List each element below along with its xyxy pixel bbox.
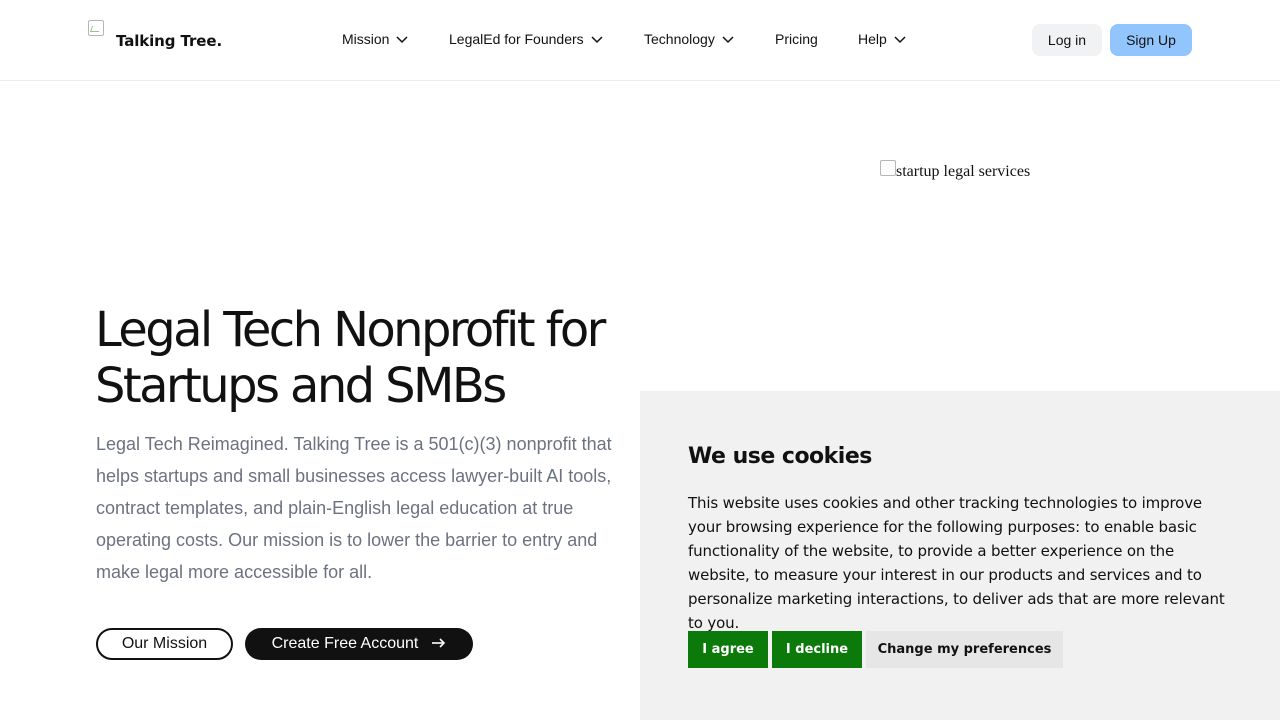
nav-item-legaled[interactable]: LegalEd for Founders (449, 31, 604, 47)
cookie-title: We use cookies (688, 444, 872, 469)
our-mission-button[interactable]: Our Mission (96, 628, 233, 660)
cookie-banner: We use cookies This website uses cookies… (640, 391, 1280, 720)
create-account-button[interactable]: Create Free Account (245, 628, 473, 660)
arrow-right-icon (432, 635, 446, 653)
login-button[interactable]: Log in (1032, 24, 1102, 56)
cookie-text: This website uses cookies and other trac… (688, 494, 1225, 632)
nav-item-label: Mission (342, 31, 390, 47)
nav-item-label: Technology (644, 31, 715, 47)
nav-item-help[interactable]: Help (858, 31, 907, 47)
site-header: Talking Tree. Mission LegalEd for Founde… (0, 0, 1280, 81)
our-mission-label: Our Mission (121, 635, 208, 652)
nav-item-label: LegalEd for Founders (449, 31, 584, 47)
cookie-decline-button[interactable]: I decline (772, 631, 862, 668)
chevron-down-icon (395, 32, 409, 46)
create-account-label: Create Free Account (271, 635, 419, 652)
signup-button[interactable]: Sign Up (1110, 24, 1192, 56)
broken-image-icon (880, 160, 896, 176)
nav-item-pricing[interactable]: Pricing (775, 31, 818, 47)
hero-description: Legal Tech Reimagined. Talking Tree is a… (96, 434, 612, 582)
nav-item-label: Pricing (775, 31, 818, 47)
nav-item-label: Help (858, 31, 887, 47)
chevron-down-icon (893, 32, 907, 46)
hero-image-alt-text: startup legal services (896, 163, 1031, 180)
hero-image: startup legal services (880, 160, 1030, 181)
nav-item-mission[interactable]: Mission (342, 31, 409, 47)
nav-item-technology[interactable]: Technology (644, 31, 735, 47)
cookie-preferences-button[interactable]: Change my preferences (866, 631, 1063, 668)
logo-link[interactable]: Talking Tree. (88, 20, 222, 50)
chevron-down-icon (721, 32, 735, 46)
logo-text: Talking Tree. (116, 32, 223, 50)
chevron-down-icon (590, 32, 604, 46)
logo-image-icon (88, 20, 104, 36)
hero-title: Legal Tech Nonprofit for Startups and SM… (95, 302, 606, 414)
cookie-agree-button[interactable]: I agree (688, 631, 768, 668)
